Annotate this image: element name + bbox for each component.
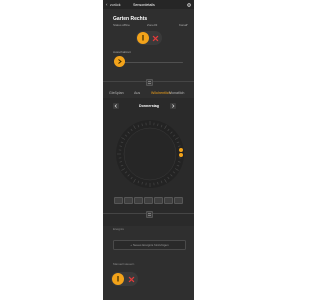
slider-track[interactable] [121, 61, 183, 63]
manual-toggle-knob [112, 273, 124, 285]
top-nav-bar: ‹ zurück Sensordetails [103, 0, 194, 9]
tab-off[interactable]: Aus [134, 91, 140, 95]
close-icon-2[interactable] [128, 276, 135, 283]
slider-thumb[interactable] [114, 56, 125, 67]
device-name: Garten Rechts [113, 15, 148, 22]
time-dial[interactable] [114, 118, 186, 190]
manual-toggle[interactable] [111, 272, 138, 286]
back-link[interactable]: zurück [110, 3, 121, 7]
gear-icon[interactable] [187, 2, 191, 7]
slider-label: Ausschaltzeit [113, 49, 131, 54]
day-label: Donnerstag [139, 104, 159, 108]
meta-status-label: Status [113, 23, 122, 27]
meta-zone-value: 03 [154, 23, 158, 27]
power-toggle[interactable] [136, 31, 162, 45]
weekday-chip[interactable] [124, 197, 134, 204]
prev-day-button[interactable] [113, 103, 119, 109]
sensor-panel: ‹ zurück Sensordetails Garten Rechts Sta… [103, 0, 194, 300]
device-meta-row: Status offline Zone 03 Kanal 7 [113, 23, 188, 27]
weekday-chip[interactable] [114, 197, 124, 204]
dial-marker-end[interactable] [178, 152, 183, 157]
tab-weekly[interactable]: Wöchentlich [151, 91, 171, 95]
meta-status-value: offline [122, 23, 130, 27]
toggle-knob [137, 32, 149, 44]
next-day-button[interactable] [170, 103, 176, 109]
tab-monthly[interactable]: Monatlich [169, 91, 184, 95]
drag-handle-2-icon[interactable] [145, 211, 153, 218]
close-icon[interactable] [152, 35, 159, 42]
dial-marker[interactable] [178, 148, 183, 153]
footer-label: Manuell steuern [113, 262, 135, 266]
weekday-chip[interactable] [134, 197, 144, 204]
weekday-chip[interactable] [144, 197, 154, 204]
meta-zone-label: Zone [147, 23, 154, 27]
drag-handle-icon[interactable] [145, 79, 153, 86]
tab-plan[interactable]: Gießplan [109, 91, 124, 95]
add-event-button[interactable]: + Neues Ereignis hinzufügen [113, 240, 186, 250]
weekday-chip[interactable] [154, 197, 164, 204]
add-event-label: + Neues Ereignis hinzufügen [130, 243, 169, 248]
meta-channel-value: 7 [186, 23, 188, 27]
nav-title: Sensordetails [133, 2, 155, 7]
weekday-chip[interactable] [164, 197, 174, 204]
schedule-tabs: Gießplan Aus Wöchentlich Monatlich [103, 90, 194, 96]
event-section-header: Ereignis [113, 227, 124, 231]
weekday-chip-row [114, 197, 184, 204]
back-chevron-icon[interactable]: ‹ [106, 2, 108, 7]
weekday-chip[interactable] [174, 197, 184, 204]
time-dial-graphic [116, 120, 184, 188]
